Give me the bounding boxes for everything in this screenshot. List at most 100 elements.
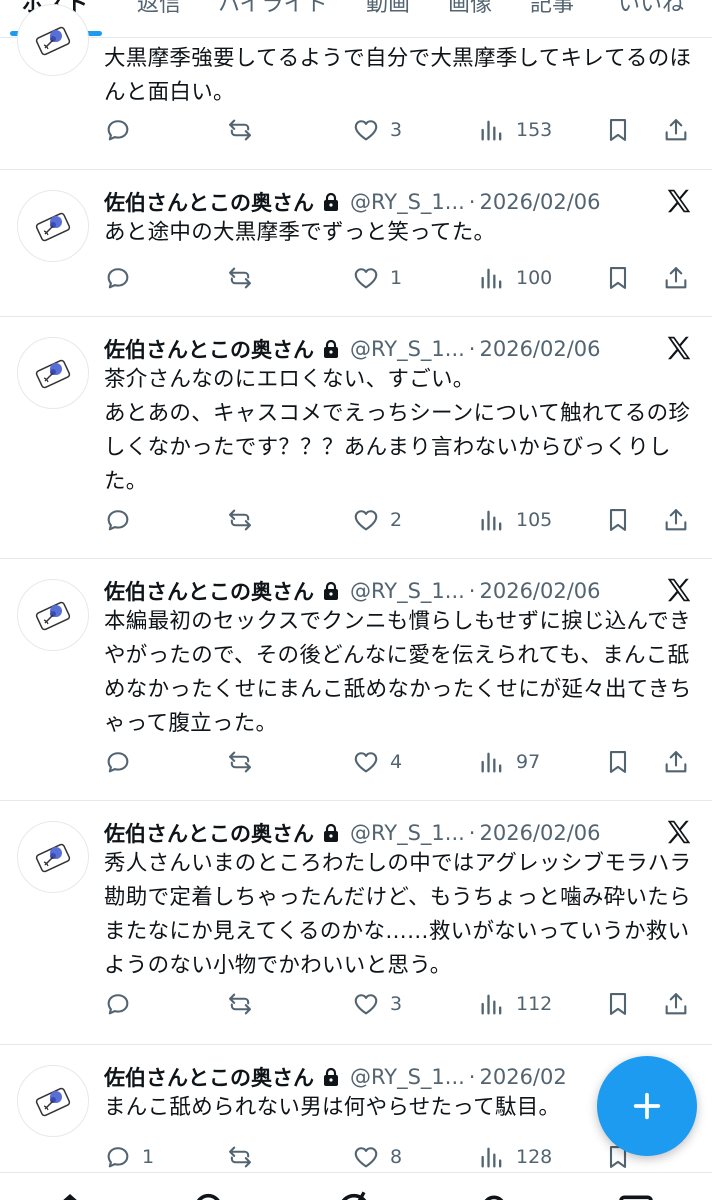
author-name[interactable]: 佐伯さんとこの奥さん <box>104 187 314 217</box>
like-button[interactable]: 3 <box>352 984 402 1024</box>
post-card[interactable]: 佐伯さんとこの奥さん @RY_S_1... · 2026/02/06 茶介さんな… <box>0 317 712 559</box>
reply-count: 1 <box>142 1146 155 1168</box>
reply-icon <box>107 120 129 141</box>
views-button[interactable]: 100 <box>478 258 552 298</box>
repost-icon <box>229 119 251 141</box>
author-handle[interactable]: @RY_S_1... <box>350 821 465 845</box>
author-name[interactable]: 佐伯さんとこの奥さん <box>104 334 314 364</box>
share-button[interactable] <box>662 258 690 298</box>
heart-icon <box>354 994 378 1015</box>
reply-button[interactable] <box>104 500 142 540</box>
reply-button[interactable] <box>104 984 142 1024</box>
tab-articles[interactable]: 記事 <box>530 0 574 18</box>
author-handle[interactable]: @RY_S_1... <box>350 579 465 603</box>
reply-button[interactable] <box>104 110 142 150</box>
blue-flower-icon <box>35 601 71 631</box>
post-card[interactable]: 佐伯さんとこの奥さん @RY_S_1... · 2026/02/06 秀人さんい… <box>0 801 712 1045</box>
views-button[interactable]: 105 <box>478 500 552 540</box>
avatar[interactable] <box>17 579 89 651</box>
avatar[interactable] <box>17 1065 89 1137</box>
share-icon <box>665 751 687 773</box>
author-handle[interactable]: @RY_S_1... <box>350 190 465 214</box>
reply-icon <box>107 994 129 1015</box>
like-count: 1 <box>390 267 403 289</box>
bottom-navigation <box>0 1172 712 1200</box>
lock-icon <box>322 581 340 601</box>
x-logo-icon[interactable] <box>664 186 694 216</box>
post-header: 佐伯さんとこの奥さん @RY_S_1... · 2026/02/06 <box>104 573 696 609</box>
bookmark-button[interactable] <box>604 258 632 298</box>
post-card[interactable]: 大黒摩季強要してるようで自分で大黒摩季してキレてるのほんと面白い。 3 153 <box>0 4 712 170</box>
repost-button[interactable] <box>226 984 264 1024</box>
post-date[interactable]: 2026/02/06 <box>479 337 600 361</box>
separator-dot: · <box>468 1065 476 1089</box>
blue-flower-icon <box>35 843 71 873</box>
author-name[interactable]: 佐伯さんとこの奥さん <box>104 818 314 848</box>
author-name[interactable]: 佐伯さんとこの奥さん <box>104 1062 314 1092</box>
reply-button[interactable] <box>104 258 142 298</box>
like-count: 3 <box>390 119 403 141</box>
post-date[interactable]: 2026/02/06 <box>479 190 600 214</box>
lock-icon <box>322 823 340 843</box>
like-button[interactable]: 4 <box>352 742 402 782</box>
share-button[interactable] <box>662 110 690 150</box>
repost-button[interactable] <box>226 258 264 298</box>
view-count: 97 <box>516 751 541 773</box>
author-handle[interactable]: @RY_S_1... <box>350 337 465 361</box>
bar-chart-icon <box>481 994 502 1015</box>
views-button[interactable]: 153 <box>478 110 552 150</box>
avatar[interactable] <box>17 190 89 262</box>
reply-icon <box>107 1147 129 1168</box>
tab-likes[interactable]: いいね <box>618 0 684 18</box>
bookmark-button[interactable] <box>604 110 632 150</box>
tab-videos[interactable]: 動画 <box>366 0 410 18</box>
views-button[interactable]: 112 <box>478 984 552 1024</box>
lock-icon <box>322 339 340 359</box>
mail-icon[interactable] <box>616 1189 656 1200</box>
share-button[interactable] <box>662 984 690 1024</box>
post-text: 秀人さんいまのところわたしの中ではアグレッシブモラハラ勘助で定着しちゃったんだけ… <box>104 851 692 978</box>
post-actions: 3 112 <box>104 984 694 1024</box>
post-date[interactable]: 2026/02 <box>479 1065 566 1089</box>
repost-button[interactable] <box>226 742 264 782</box>
views-button[interactable]: 97 <box>478 742 540 782</box>
share-button[interactable] <box>662 742 690 782</box>
x-logo-icon[interactable] <box>664 817 694 847</box>
avatar[interactable] <box>17 337 89 409</box>
author-handle[interactable]: @RY_S_1... <box>350 1065 465 1089</box>
bell-icon[interactable] <box>474 1189 514 1200</box>
post-date[interactable]: 2026/02/06 <box>479 821 600 845</box>
like-button[interactable]: 1 <box>352 258 402 298</box>
like-button[interactable]: 3 <box>352 110 402 150</box>
compose-post-button[interactable] <box>597 1056 697 1156</box>
bookmark-icon <box>609 993 627 1015</box>
bookmark-button[interactable] <box>604 742 632 782</box>
author-name[interactable]: 佐伯さんとこの奥さん <box>104 576 314 606</box>
x-logo-icon[interactable] <box>664 333 694 363</box>
views-button[interactable]: 128 <box>478 1137 552 1177</box>
share-button[interactable] <box>662 500 690 540</box>
repost-button[interactable] <box>226 110 264 150</box>
post-date[interactable]: 2026/02/06 <box>479 579 600 603</box>
reply-button[interactable] <box>104 742 142 782</box>
like-button[interactable]: 8 <box>352 1137 402 1177</box>
x-logo-icon[interactable] <box>664 575 694 605</box>
post-card[interactable]: 佐伯さんとこの奥さん @RY_S_1... · 2026/02/06 本編最初の… <box>0 559 712 801</box>
repost-button[interactable] <box>226 1137 264 1177</box>
post-card[interactable]: 佐伯さんとこの奥さん @RY_S_1... · 2026/02/06 あと途中の… <box>0 170 712 317</box>
avatar[interactable] <box>17 4 89 76</box>
tab-highlights[interactable]: ハイライト <box>218 0 328 18</box>
bookmark-button[interactable] <box>604 500 632 540</box>
home-icon[interactable] <box>50 1189 90 1200</box>
search-icon[interactable] <box>190 1189 230 1200</box>
repost-icon <box>229 993 251 1015</box>
tab-images[interactable]: 画像 <box>448 0 492 18</box>
profile-tab-bar: ポスト 返信 ハイライト 動画 画像 記事 いいね <box>0 0 712 38</box>
bookmark-button[interactable] <box>604 984 632 1024</box>
reply-button[interactable]: 1 <box>104 1137 154 1177</box>
repost-button[interactable] <box>226 500 264 540</box>
like-button[interactable]: 2 <box>352 500 402 540</box>
grok-icon[interactable] <box>334 1189 374 1200</box>
avatar[interactable] <box>17 821 89 893</box>
tab-replies[interactable]: 返信 <box>137 0 181 18</box>
